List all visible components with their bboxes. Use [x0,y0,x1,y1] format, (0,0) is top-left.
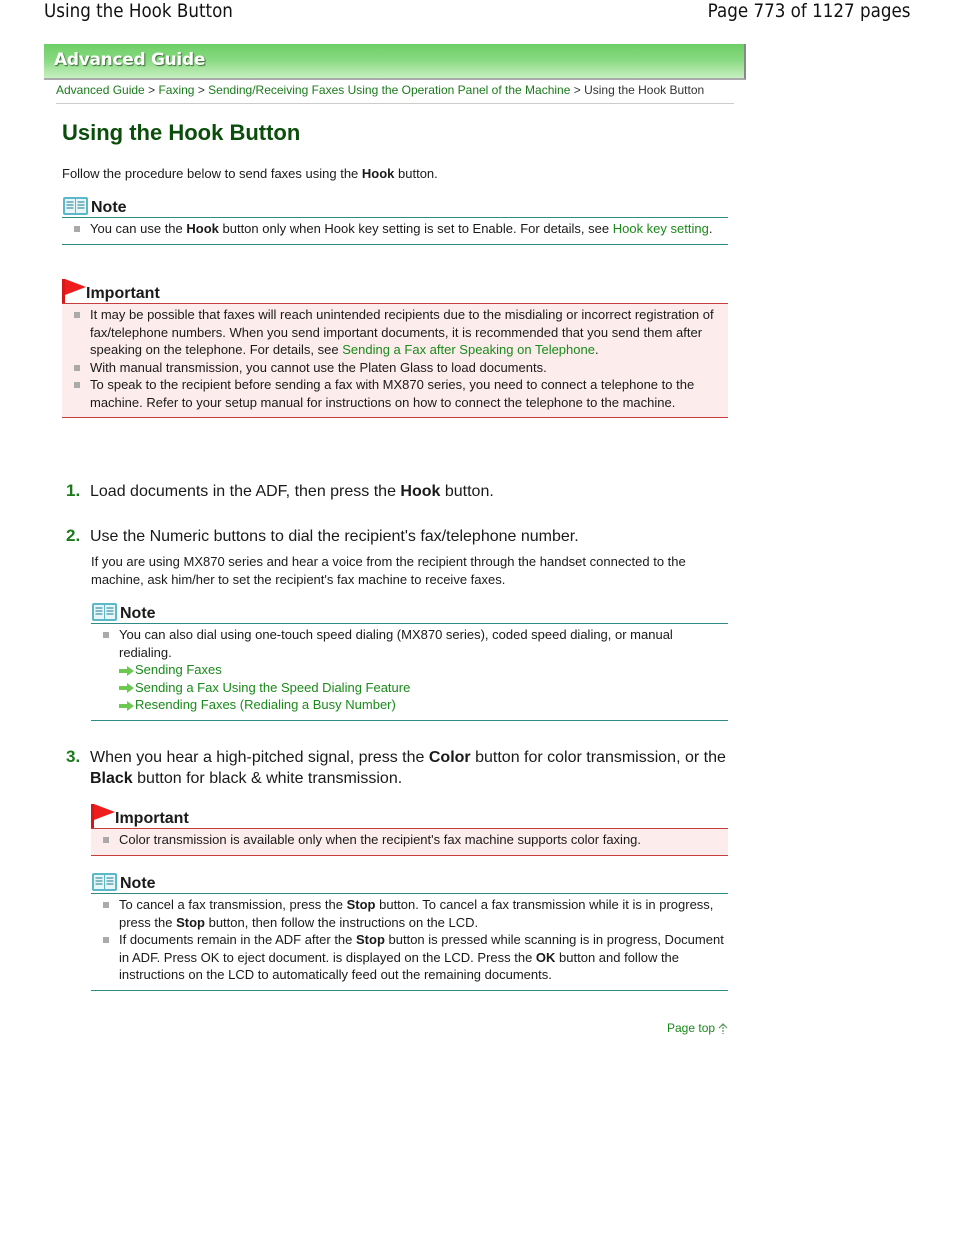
note-heading-label: Note [120,875,156,892]
link-label: Sending a Fax Using the Speed Dialing Fe… [135,679,411,695]
intro-before: Follow the procedure below to send faxes… [62,166,362,181]
resending-faxes-link[interactable]: Resending Faxes (Redialing a Busy Number… [119,696,728,714]
step-number: 1. [66,481,81,500]
step-2-detail: If you are using MX870 series and hear a… [91,554,686,587]
note-heading: Note [91,599,728,624]
step-text: Load documents in the ADF, then press th… [90,483,401,500]
note-book-icon [63,197,88,215]
ok-key-label: OK [535,949,556,965]
important-flag-icon [91,804,115,828]
hook-key-label: Hook [186,221,219,236]
banner-label: Advanced Guide [54,50,206,70]
important-text: . [594,342,599,357]
step-2: 2. Use the Numeric buttons to dial the re… [66,526,579,547]
hook-key-label: Hook [361,166,395,181]
black-key-label: Black [90,770,133,787]
breadcrumb-operation-panel[interactable]: Sending/Receiving Faxes Using the Operat… [208,83,570,97]
breadcrumb-faxing[interactable]: Faxing [158,83,194,97]
important-heading-label: Important [115,810,189,827]
arrow-right-icon [119,665,134,676]
note-book-icon [92,603,117,621]
note-book-icon [92,873,117,891]
note-text: If documents remain in the ADF after the [119,932,357,947]
note-text: To cancel a fax transmission, press the [119,897,347,912]
hook-key-setting-link[interactable]: Hook key setting [613,221,709,236]
important-list: It may be possible that faxes will reach… [62,304,728,418]
step-number: 3. [66,747,81,766]
note-list: To cancel a fax transmission, press the … [91,894,728,991]
note-box: Note You can also dial using one-touch s… [91,599,728,721]
link-label: Resending Faxes (Redialing a Busy Number… [135,697,396,712]
sending-faxes-link[interactable]: Sending Faxes [119,661,728,679]
important-heading-label: Important [86,285,160,302]
breadcrumb: Advanced Guide > Faxing > Sending/Receiv… [56,83,734,104]
note-text: button only when Hook key setting is set… [218,221,613,236]
step-1: 1. Load documents in the ADF, then press … [66,481,494,502]
note-heading: Note [91,869,728,894]
breadcrumb-current: Using the Hook Button [584,83,705,97]
color-key-label: Color [428,749,471,766]
page-title: Using the Hook Button [62,120,301,145]
advanced-guide-banner: Advanced Guide [44,44,746,80]
important-list: Color transmission is available only whe… [91,829,728,856]
arrow-right-icon [119,683,134,694]
stop-key-label: Stop [176,914,205,930]
note-box: Note You can use the Hook button only wh… [62,193,728,245]
sending-fax-after-speaking-link[interactable]: Sending a Fax after Speaking on Telephon… [342,342,595,357]
note-list: You can also dial using one-touch speed … [91,624,728,721]
breadcrumb-separator: > [197,83,205,97]
intro-text: Follow the procedure below to send faxes… [62,166,438,181]
note-text: button, then follow the instructions on … [204,914,479,930]
arrow-right-icon [119,700,134,711]
note-item: You can also dial using one-touch speed … [91,626,728,714]
pdf-header: Using the Hook Button Page 773 of 1127 p… [0,0,954,28]
note-item: You can use the Hook button only when Ho… [62,220,728,238]
stop-key-label: Stop [346,897,376,912]
hook-key-label: Hook [400,483,441,500]
page-top-link[interactable]: Page top [667,1021,728,1035]
breadcrumb-separator: > [573,83,581,97]
important-heading: Important [91,804,728,829]
intro-after: button. [394,166,438,181]
note-heading-label: Note [120,605,156,622]
note-item: If documents remain in the ADF after the… [91,931,728,984]
step-text: button. [440,483,494,500]
page-top-label: Page top [667,1021,716,1035]
note-item: To cancel a fax transmission, press the … [91,896,728,931]
important-box: Important It may be possible that faxes … [62,279,728,418]
important-box: Important Color transmission is availabl… [91,804,728,856]
step-text: button for color transmission, or the [470,749,726,766]
note-list: You can use the Hook button only when Ho… [62,218,728,245]
note-heading: Note [62,193,728,218]
step-number: 2. [66,526,81,545]
important-item: It may be possible that faxes will reach… [62,306,728,359]
note-text: You can also dial using one-touch speed … [119,627,673,660]
step-3: 3. When you hear a high-pitched signal, … [66,747,726,789]
note-box: Note To cancel a fax transmission, press… [91,869,728,991]
important-item: To speak to the recipient before sending… [62,376,728,411]
step-text: When you hear a high-pitched signal, pre… [90,749,429,766]
step-text: Use the Numeric buttons to dial the reci… [90,528,579,545]
speed-dialing-link[interactable]: Sending a Fax Using the Speed Dialing Fe… [119,679,728,697]
breadcrumb-advanced-guide[interactable]: Advanced Guide [56,83,145,97]
arrow-up-icon [718,1023,728,1035]
link-label: Sending Faxes [135,662,222,677]
note-heading-label: Note [91,199,127,216]
important-flag-icon [62,279,86,303]
pdf-page-info: Page 773 of 1127 pages [707,0,910,22]
important-heading: Important [62,279,728,304]
pdf-header-title: Using the Hook Button [44,0,233,22]
note-text: . [708,221,713,236]
step-text: button for black & white transmission. [132,770,403,787]
important-item: Color transmission is available only whe… [91,831,728,849]
note-text: You can use the [90,221,187,236]
stop-key-label: Stop [356,932,385,947]
important-item: With manual transmission, you cannot use… [62,359,728,377]
breadcrumb-separator: > [148,83,156,97]
